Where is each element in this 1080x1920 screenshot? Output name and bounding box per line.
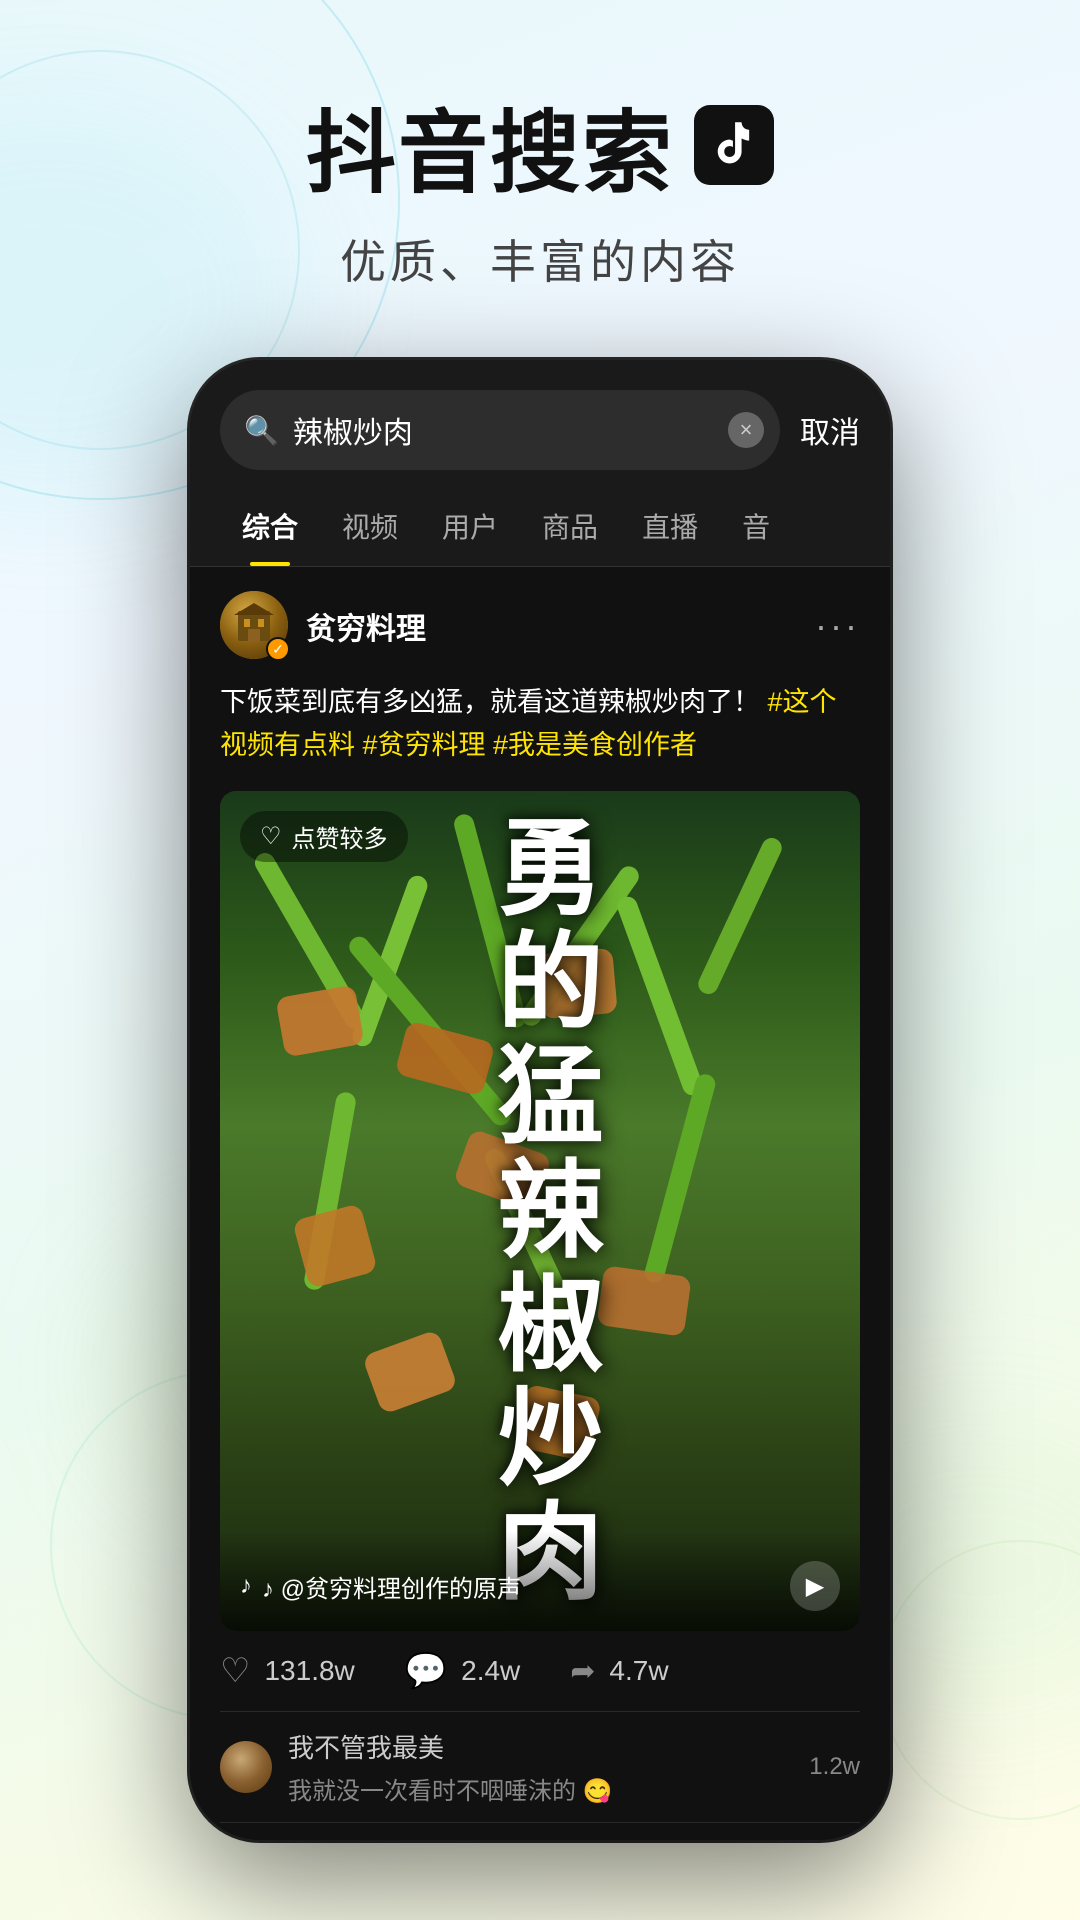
tab-音[interactable]: 音	[720, 490, 792, 566]
search-bar-area: 🔍 辣椒炒肉 × 取消	[190, 360, 890, 470]
comments-count: 2.4w	[461, 1655, 520, 1687]
more-options-button[interactable]: ···	[815, 605, 860, 647]
search-icon: 🔍	[244, 414, 279, 447]
clear-search-button[interactable]: ×	[728, 412, 764, 448]
heart-icon-small: ♡	[260, 822, 282, 851]
main-title-text: 抖音搜索	[306, 80, 674, 210]
verified-check-icon: ✓	[272, 641, 284, 658]
music-note-icon: ♪	[240, 1572, 252, 1600]
video-thumbnail[interactable]: 勇的猛辣椒炒肉 ♡ 点赞较多 ♪ ♪ @贫穷料理创作的原声	[220, 791, 860, 1631]
like-icon: ♡	[220, 1651, 250, 1691]
video-bottom-bar: ♪ ♪ @贫穷料理创作的原声 ▶	[220, 1531, 860, 1631]
comment-likes-1: 1.2w	[809, 1753, 860, 1781]
subtitle-text: 优质、丰富的内容	[0, 226, 1080, 292]
comment-preview-2: 我就没一次看时不咽唾沫的 😋 1.2w	[220, 1822, 860, 1840]
stat-likes[interactable]: ♡ 131.8w	[220, 1651, 355, 1691]
stat-comments[interactable]: 💬 2.4w	[405, 1651, 521, 1691]
play-button[interactable]: ▶	[790, 1561, 840, 1611]
tab-直播[interactable]: 直播	[620, 490, 720, 566]
verified-badge: ✓	[266, 637, 290, 661]
video-overlay-text: 勇的猛辣椒炒肉	[220, 791, 860, 1631]
content-area: ✓ 贫穷料理 ··· 下饭菜到底有多凶猛，就看这道辣椒炒肉了！ #这个视频有点料…	[190, 567, 890, 1840]
search-input-box[interactable]: 🔍 辣椒炒肉 ×	[220, 390, 780, 470]
video-title-text: 勇的猛辣椒炒肉	[484, 812, 595, 1610]
header-section: 抖音搜索 优质、丰富的内容	[0, 0, 1080, 332]
bg-decoration-4	[880, 1540, 1080, 1820]
share-icon: ➦	[570, 1654, 595, 1689]
author-row: ✓ 贫穷料理 ···	[220, 591, 860, 661]
search-query-text: 辣椒炒肉	[293, 408, 730, 452]
play-icon: ▶	[806, 1572, 824, 1601]
stat-shares[interactable]: ➦ 4.7w	[570, 1654, 668, 1689]
comment-texts-1: 我不管我最美 我就没一次看时不咽唾沫的 😋	[288, 1728, 793, 1806]
comment-preview-1: 我不管我最美 我就没一次看时不咽唾沫的 😋 1.2w	[220, 1711, 860, 1822]
tiktok-svg	[708, 119, 760, 171]
comment-icon: 💬	[405, 1651, 447, 1691]
tab-视频[interactable]: 视频	[320, 490, 420, 566]
cancel-search-button[interactable]: 取消	[800, 408, 860, 452]
comment-avatar-2	[220, 1839, 272, 1840]
tab-bar: 综合 视频 用户 商品 直播 音	[190, 470, 890, 567]
likes-badge-text: 点赞较多	[292, 819, 388, 854]
avatar-wrapper: ✓	[220, 591, 290, 661]
description-plain-text: 下饭菜到底有多凶猛，就看这道辣椒炒肉了！	[220, 687, 760, 717]
comment-avatar-1	[220, 1741, 272, 1793]
sound-info: ♪ ♪ @贫穷料理创作的原声	[240, 1569, 521, 1604]
chinese-text-layout: 勇的猛辣椒炒肉	[484, 791, 595, 1631]
author-info: ✓ 贫穷料理	[220, 591, 426, 661]
phone-screen: 🔍 辣椒炒肉 × 取消 综合 视频 用户 商品	[190, 360, 890, 1840]
sound-text: ♪ @贫穷料理创作的原声	[262, 1569, 521, 1604]
comment-username-1: 我不管我最美	[288, 1728, 793, 1765]
post-description: 下饭菜到底有多凶猛，就看这道辣椒炒肉了！ #这个视频有点料 #贫穷料理 #我是美…	[220, 681, 860, 767]
stats-row: ♡ 131.8w 💬 2.4w ➦ 4.7w	[220, 1631, 860, 1711]
video-background: 勇的猛辣椒炒肉	[220, 791, 860, 1631]
shares-count: 4.7w	[609, 1655, 668, 1687]
tiktok-logo-icon	[694, 105, 774, 185]
comment-body-1: 我就没一次看时不咽唾沫的 😋	[288, 1771, 793, 1806]
author-name[interactable]: 贫穷料理	[306, 604, 426, 648]
main-title-container: 抖音搜索	[0, 80, 1080, 210]
phone-frame: 🔍 辣椒炒肉 × 取消 综合 视频 用户 商品	[190, 360, 890, 1840]
tab-综合[interactable]: 综合	[220, 490, 320, 566]
tab-商品[interactable]: 商品	[520, 490, 620, 566]
phone-container: 🔍 辣椒炒肉 × 取消 综合 视频 用户 商品	[190, 360, 890, 1840]
likes-badge: ♡ 点赞较多	[240, 811, 408, 862]
likes-count: 131.8w	[264, 1655, 354, 1687]
tab-用户[interactable]: 用户	[420, 490, 520, 566]
